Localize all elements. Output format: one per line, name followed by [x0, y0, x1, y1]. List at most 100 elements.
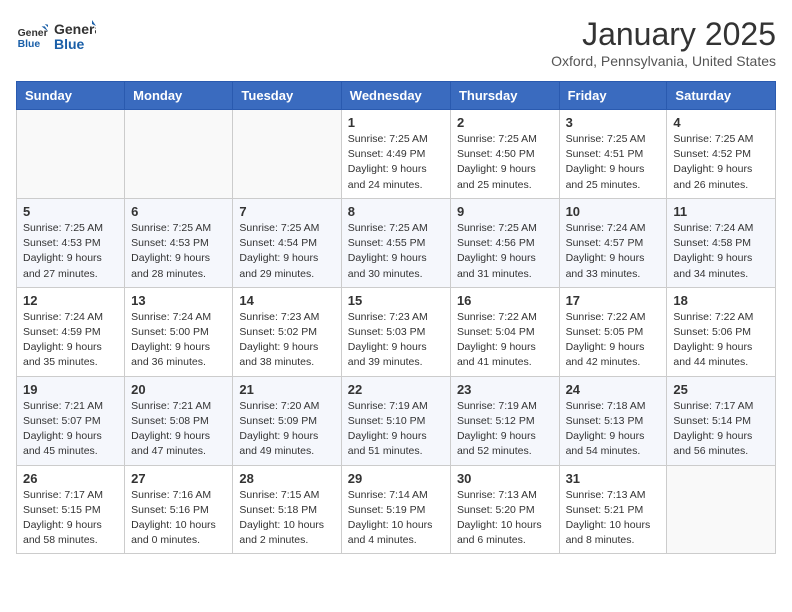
- calendar-cell: [233, 110, 341, 199]
- day-info: Sunrise: 7:19 AM Sunset: 5:12 PM Dayligh…: [457, 399, 553, 460]
- day-number: 28: [239, 471, 334, 486]
- calendar-cell: 11Sunrise: 7:24 AM Sunset: 4:58 PM Dayli…: [667, 198, 776, 287]
- calendar-body: 1 Sunrise: 7:25 AM Sunset: 4:49 PM Daylig…: [17, 110, 776, 554]
- calendar-cell: 27Sunrise: 7:16 AM Sunset: 5:16 PM Dayli…: [125, 465, 233, 554]
- day-info: Sunrise: 7:25 AM Sunset: 4:50 PM Dayligh…: [457, 132, 553, 193]
- calendar-cell: 29Sunrise: 7:14 AM Sunset: 5:19 PM Dayli…: [341, 465, 450, 554]
- calendar-cell: 20 Sunrise: 7:21 AM Sunset: 5:08 PM Dayli…: [125, 376, 233, 465]
- calendar-cell: 6 Sunrise: 7:25 AM Sunset: 4:53 PM Daylig…: [125, 198, 233, 287]
- day-number: 4: [673, 115, 769, 130]
- calendar-cell: 23 Sunrise: 7:19 AM Sunset: 5:12 PM Dayli…: [450, 376, 559, 465]
- calendar-cell: 12Sunrise: 7:24 AM Sunset: 4:59 PM Dayli…: [17, 287, 125, 376]
- calendar-cell: 25 Sunrise: 7:17 AM Sunset: 5:14 PM Dayli…: [667, 376, 776, 465]
- svg-text:General: General: [18, 28, 48, 39]
- day-info: Sunrise: 7:17 AM Sunset: 5:14 PM Dayligh…: [673, 399, 769, 460]
- svg-text:Blue: Blue: [18, 39, 41, 50]
- day-info: Sunrise: 7:24 AM Sunset: 4:58 PM Dayligh…: [673, 221, 769, 282]
- calendar-cell: 14 Sunrise: 7:23 AM Sunset: 5:02 PM Dayli…: [233, 287, 341, 376]
- day-info: Sunrise: 7:22 AM Sunset: 5:06 PM Dayligh…: [673, 310, 769, 371]
- day-number: 2: [457, 115, 553, 130]
- logo-icon: General Blue: [16, 20, 48, 52]
- day-number: 3: [566, 115, 661, 130]
- calendar-cell: 16Sunrise: 7:22 AM Sunset: 5:04 PM Dayli…: [450, 287, 559, 376]
- calendar-cell: 2 Sunrise: 7:25 AM Sunset: 4:50 PM Daylig…: [450, 110, 559, 199]
- day-number: 14: [239, 293, 334, 308]
- calendar-cell: 5Sunrise: 7:25 AM Sunset: 4:53 PM Daylig…: [17, 198, 125, 287]
- day-number: 20: [131, 382, 226, 397]
- page-header: General Blue General Blue January 2025 O…: [16, 16, 776, 69]
- title-block: January 2025 Oxford, Pennsylvania, Unite…: [551, 16, 776, 69]
- weekday-thursday: Thursday: [450, 82, 559, 110]
- calendar-table: SundayMondayTuesdayWednesdayThursdayFrid…: [16, 81, 776, 554]
- calendar-cell: 21 Sunrise: 7:20 AM Sunset: 5:09 PM Dayli…: [233, 376, 341, 465]
- calendar-cell: 8 Sunrise: 7:25 AM Sunset: 4:55 PM Daylig…: [341, 198, 450, 287]
- calendar-cell: [125, 110, 233, 199]
- calendar-cell: 17 Sunrise: 7:22 AM Sunset: 5:05 PM Dayli…: [559, 287, 667, 376]
- day-info: Sunrise: 7:23 AM Sunset: 5:02 PM Dayligh…: [239, 310, 334, 371]
- day-info: Sunrise: 7:13 AM Sunset: 5:20 PM Dayligh…: [457, 488, 553, 549]
- weekday-friday: Friday: [559, 82, 667, 110]
- day-number: 9: [457, 204, 553, 219]
- day-number: 15: [348, 293, 444, 308]
- day-number: 7: [239, 204, 334, 219]
- calendar-cell: 1 Sunrise: 7:25 AM Sunset: 4:49 PM Daylig…: [341, 110, 450, 199]
- day-number: 31: [566, 471, 661, 486]
- weekday-saturday: Saturday: [667, 82, 776, 110]
- day-info: Sunrise: 7:23 AM Sunset: 5:03 PM Dayligh…: [348, 310, 444, 371]
- calendar-cell: 18Sunrise: 7:22 AM Sunset: 5:06 PM Dayli…: [667, 287, 776, 376]
- day-info: Sunrise: 7:18 AM Sunset: 5:13 PM Dayligh…: [566, 399, 661, 460]
- day-number: 30: [457, 471, 553, 486]
- calendar-cell: 3Sunrise: 7:25 AM Sunset: 4:51 PM Daylig…: [559, 110, 667, 199]
- day-number: 17: [566, 293, 661, 308]
- day-number: 21: [239, 382, 334, 397]
- day-number: 1: [348, 115, 444, 130]
- calendar-cell: [667, 465, 776, 554]
- logo: General Blue General Blue: [16, 16, 96, 56]
- calendar-cell: 19 Sunrise: 7:21 AM Sunset: 5:07 PM Dayli…: [17, 376, 125, 465]
- month-title: January 2025: [551, 16, 776, 53]
- svg-text:Blue: Blue: [54, 36, 85, 52]
- day-number: 24: [566, 382, 661, 397]
- day-info: Sunrise: 7:25 AM Sunset: 4:49 PM Dayligh…: [348, 132, 444, 193]
- day-info: Sunrise: 7:25 AM Sunset: 4:54 PM Dayligh…: [239, 221, 334, 282]
- weekday-sunday: Sunday: [17, 82, 125, 110]
- day-number: 13: [131, 293, 226, 308]
- day-info: Sunrise: 7:20 AM Sunset: 5:09 PM Dayligh…: [239, 399, 334, 460]
- day-number: 6: [131, 204, 226, 219]
- calendar-cell: 30 Sunrise: 7:13 AM Sunset: 5:20 PM Dayli…: [450, 465, 559, 554]
- day-info: Sunrise: 7:25 AM Sunset: 4:56 PM Dayligh…: [457, 221, 553, 282]
- day-info: Sunrise: 7:24 AM Sunset: 4:59 PM Dayligh…: [23, 310, 118, 371]
- calendar-cell: 7 Sunrise: 7:25 AM Sunset: 4:54 PM Daylig…: [233, 198, 341, 287]
- day-number: 19: [23, 382, 118, 397]
- day-info: Sunrise: 7:16 AM Sunset: 5:16 PM Dayligh…: [131, 488, 226, 549]
- calendar-cell: 26Sunrise: 7:17 AM Sunset: 5:15 PM Dayli…: [17, 465, 125, 554]
- day-info: Sunrise: 7:25 AM Sunset: 4:53 PM Dayligh…: [131, 221, 226, 282]
- day-info: Sunrise: 7:14 AM Sunset: 5:19 PM Dayligh…: [348, 488, 444, 549]
- day-number: 5: [23, 204, 118, 219]
- calendar-cell: 10Sunrise: 7:24 AM Sunset: 4:57 PM Dayli…: [559, 198, 667, 287]
- calendar-week-4: 19 Sunrise: 7:21 AM Sunset: 5:07 PM Dayli…: [17, 376, 776, 465]
- calendar-week-2: 5 Sunrise: 7:25 AM Sunset: 4:53 PM Daylig…: [17, 198, 776, 287]
- day-info: Sunrise: 7:24 AM Sunset: 4:57 PM Dayligh…: [566, 221, 661, 282]
- day-number: 22: [348, 382, 444, 397]
- day-number: 25: [673, 382, 769, 397]
- calendar-week-5: 26Sunrise: 7:17 AM Sunset: 5:15 PM Dayli…: [17, 465, 776, 554]
- calendar-cell: 4Sunrise: 7:25 AM Sunset: 4:52 PM Daylig…: [667, 110, 776, 199]
- day-info: Sunrise: 7:21 AM Sunset: 5:08 PM Dayligh…: [131, 399, 226, 460]
- location: Oxford, Pennsylvania, United States: [551, 53, 776, 69]
- day-info: Sunrise: 7:19 AM Sunset: 5:10 PM Dayligh…: [348, 399, 444, 460]
- calendar-cell: 15 Sunrise: 7:23 AM Sunset: 5:03 PM Dayli…: [341, 287, 450, 376]
- logo-graphic: General Blue: [52, 16, 96, 56]
- weekday-tuesday: Tuesday: [233, 82, 341, 110]
- day-info: Sunrise: 7:13 AM Sunset: 5:21 PM Dayligh…: [566, 488, 661, 549]
- day-info: Sunrise: 7:25 AM Sunset: 4:55 PM Dayligh…: [348, 221, 444, 282]
- day-info: Sunrise: 7:15 AM Sunset: 5:18 PM Dayligh…: [239, 488, 334, 549]
- calendar-cell: 28 Sunrise: 7:15 AM Sunset: 5:18 PM Dayli…: [233, 465, 341, 554]
- calendar-cell: 31 Sunrise: 7:13 AM Sunset: 5:21 PM Dayli…: [559, 465, 667, 554]
- day-number: 23: [457, 382, 553, 397]
- day-info: Sunrise: 7:21 AM Sunset: 5:07 PM Dayligh…: [23, 399, 118, 460]
- weekday-wednesday: Wednesday: [341, 82, 450, 110]
- day-number: 8: [348, 204, 444, 219]
- day-number: 26: [23, 471, 118, 486]
- day-info: Sunrise: 7:22 AM Sunset: 5:05 PM Dayligh…: [566, 310, 661, 371]
